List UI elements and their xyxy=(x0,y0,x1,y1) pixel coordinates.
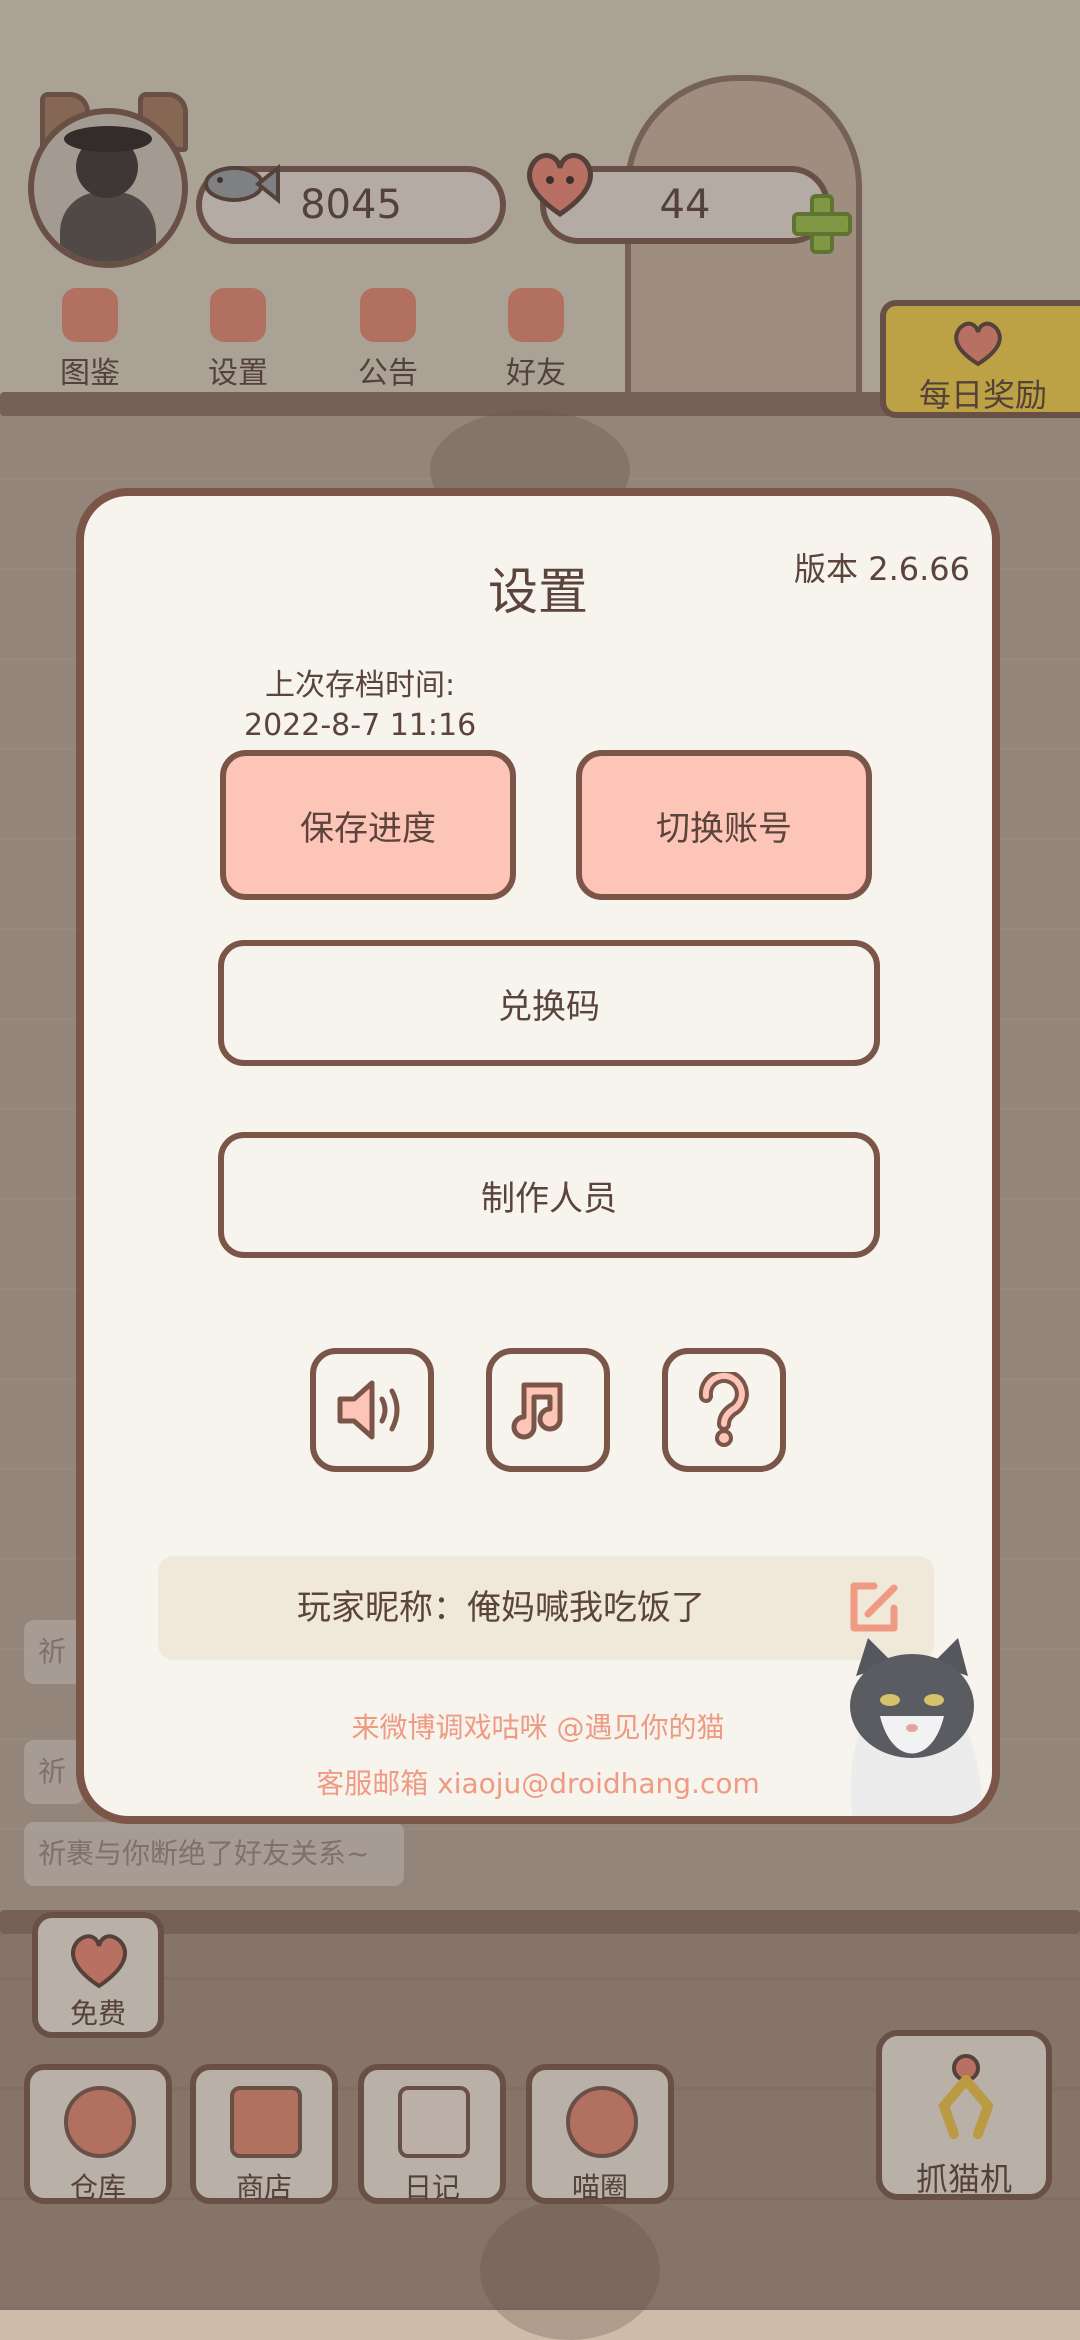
help-icon xyxy=(698,1372,749,1447)
cat-photo-icon xyxy=(850,1638,982,1816)
credits-label: 制作人员 xyxy=(481,1178,617,1219)
sound-icon xyxy=(337,1380,400,1440)
save-progress-button[interactable]: 保存进度 xyxy=(220,750,516,900)
nickname-label: 玩家昵称：俺妈喊我吃饭了 xyxy=(297,1588,705,1628)
settings-dialog: 设置 版本 2.6.66 上次存档时间: 2022-8-7 11:16 保存进度… xyxy=(76,488,1000,1824)
last-save-time: 2022-8-7 11:16 xyxy=(244,708,477,743)
version-label: 版本 2.6.66 xyxy=(794,550,970,588)
save-progress-label: 保存进度 xyxy=(300,808,436,849)
sound-toggle-button[interactable] xyxy=(310,1348,434,1472)
last-save-info: 上次存档时间: 2022-8-7 11:16 xyxy=(244,666,476,746)
nickname-bar: 玩家昵称：俺妈喊我吃饭了 xyxy=(158,1556,934,1660)
music-icon xyxy=(511,1382,563,1440)
redeem-code-label: 兑换码 xyxy=(498,986,600,1027)
last-save-label: 上次存档时间: xyxy=(265,668,456,703)
help-button[interactable] xyxy=(662,1348,786,1472)
credits-button[interactable]: 制作人员 xyxy=(218,1132,880,1258)
switch-account-button[interactable]: 切换账号 xyxy=(576,750,872,900)
switch-account-label: 切换账号 xyxy=(656,808,792,849)
music-toggle-button[interactable] xyxy=(486,1348,610,1472)
redeem-code-button[interactable]: 兑换码 xyxy=(218,940,880,1066)
